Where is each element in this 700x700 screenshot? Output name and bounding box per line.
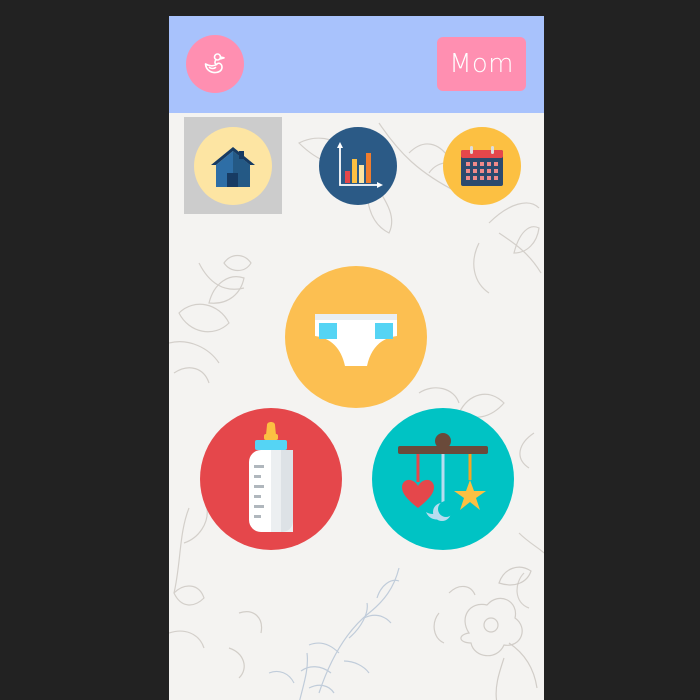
app-screen: Mom — [169, 16, 544, 700]
user-button[interactable]: Mom — [437, 37, 526, 91]
tab-calendar[interactable] — [433, 117, 531, 214]
tab-calendar-circle — [443, 126, 521, 205]
tab-home-circle — [194, 126, 272, 205]
diaper-button[interactable] — [285, 266, 427, 408]
user-button-label: Mom — [449, 49, 514, 79]
tab-stats-circle — [319, 126, 397, 205]
app-header: Mom — [169, 16, 544, 113]
tab-stats[interactable] — [309, 117, 407, 214]
diaper-icon — [315, 314, 397, 366]
tab-home[interactable] — [184, 117, 282, 214]
calendar-icon — [461, 145, 503, 186]
logo-button[interactable] — [186, 35, 244, 93]
bar-chart-icon — [337, 141, 383, 188]
crib-mobile-icon — [398, 433, 488, 521]
baby-bottle-icon — [249, 422, 293, 532]
duck-icon — [204, 53, 225, 74]
feeding-button[interactable] — [200, 408, 342, 550]
sleep-button[interactable] — [372, 408, 514, 550]
house-icon — [211, 146, 255, 187]
